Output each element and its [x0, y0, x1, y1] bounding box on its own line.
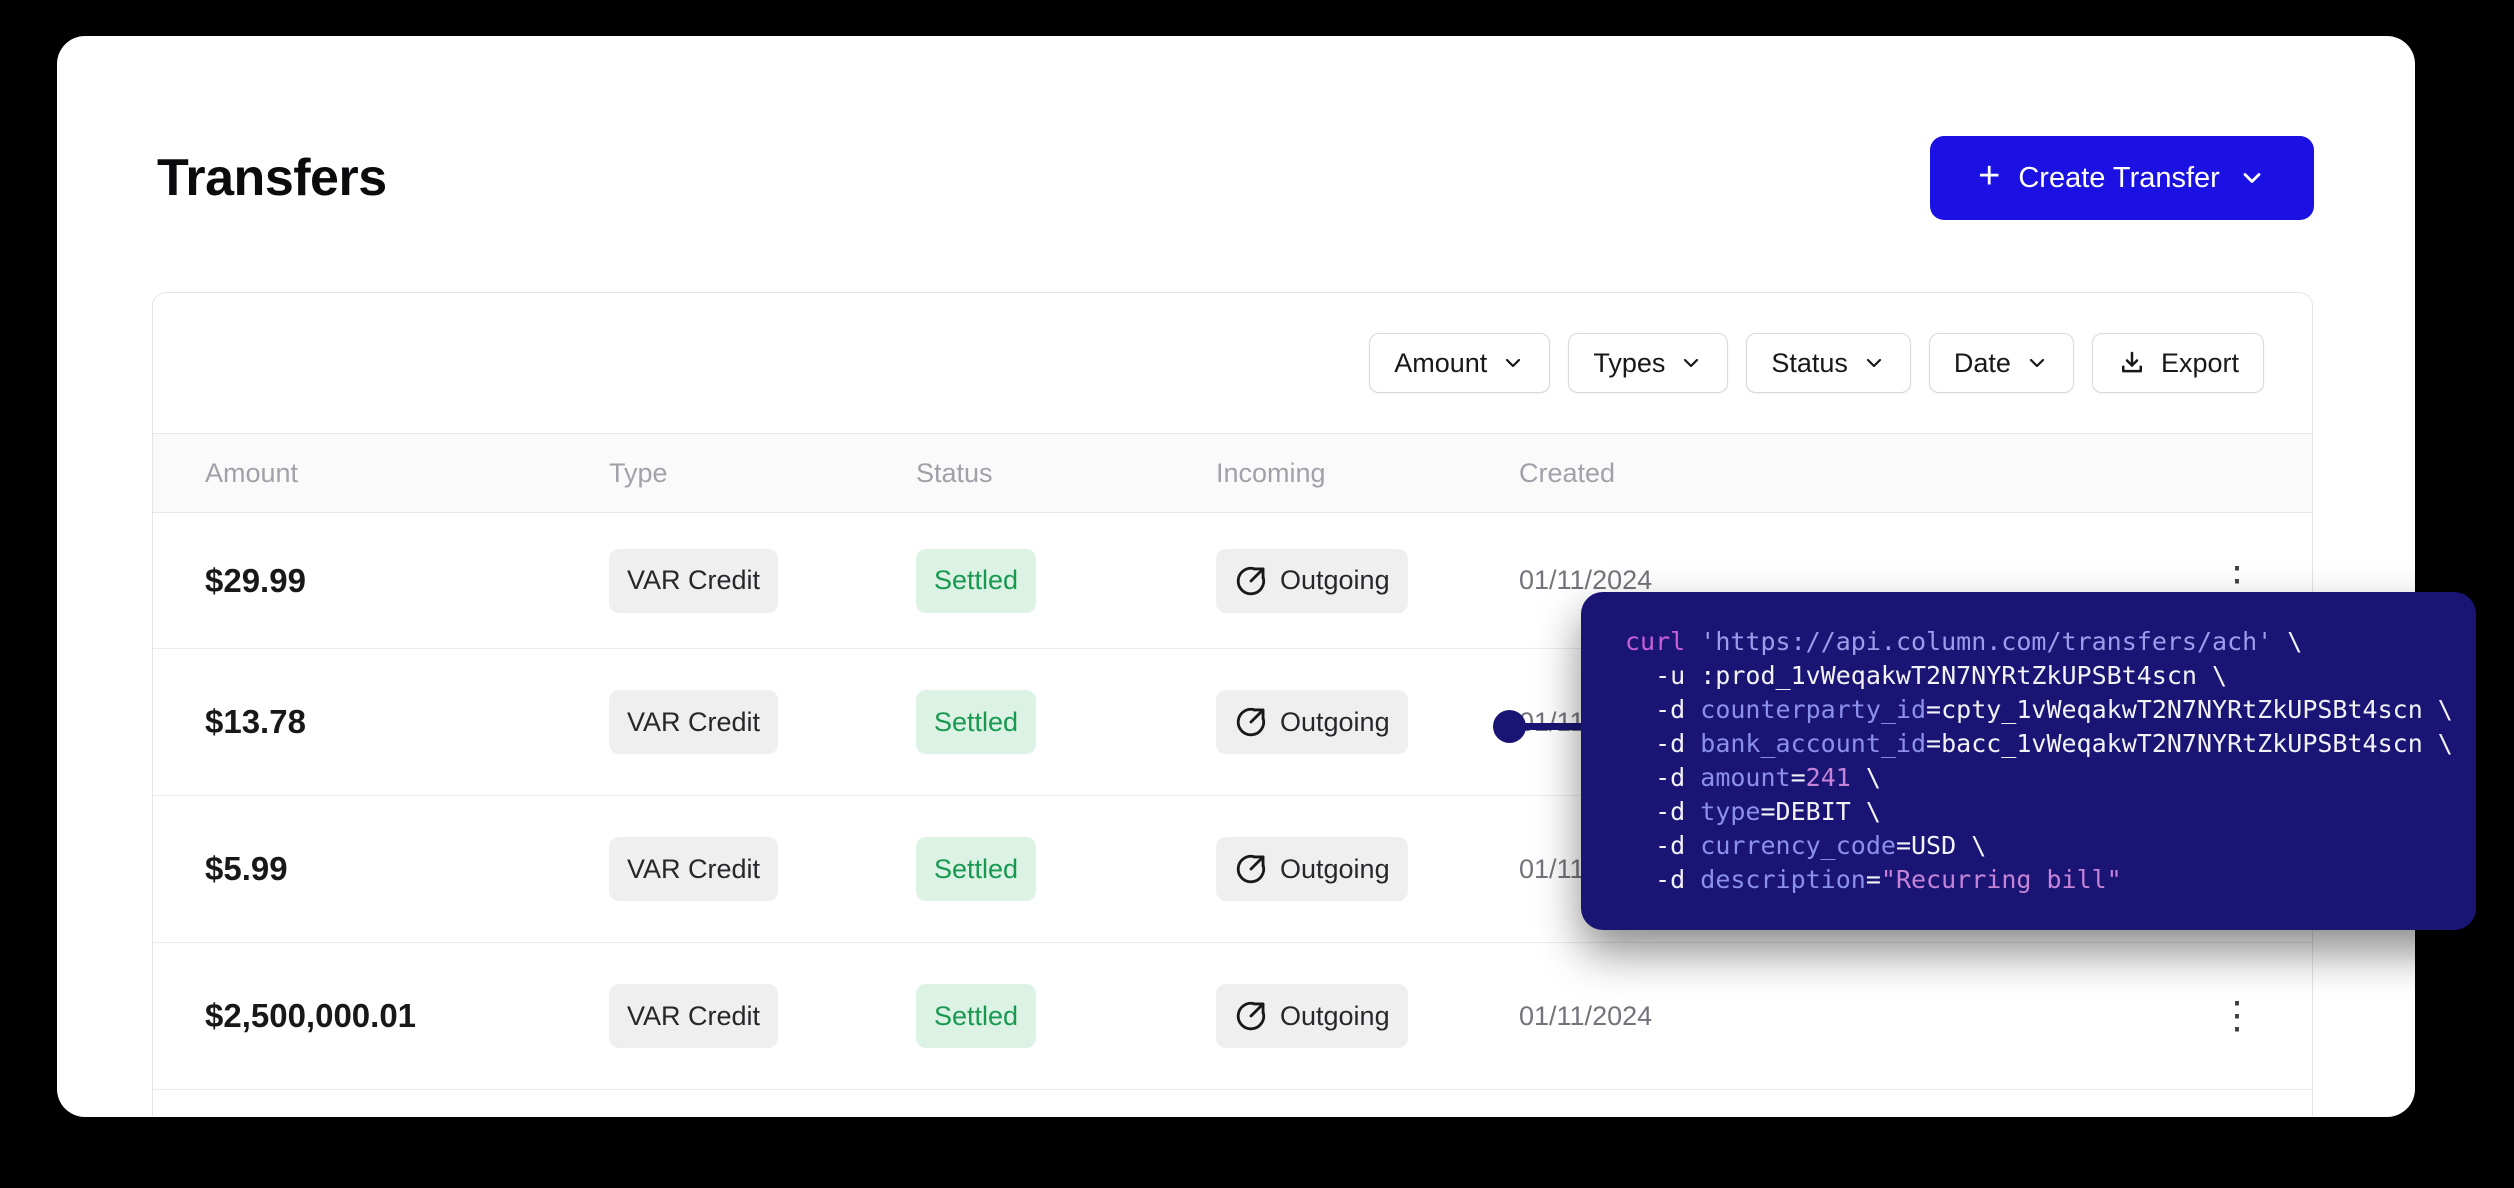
- direction-badge: Outgoing: [1216, 690, 1408, 754]
- direction-label: Outgoing: [1280, 707, 1390, 738]
- cell-created: 01/11/2024: [1519, 1001, 2162, 1032]
- cell-amount: $5.99: [153, 850, 609, 888]
- plus-icon: +: [1978, 157, 2000, 195]
- direction-label: Outgoing: [1280, 1001, 1390, 1032]
- chevron-down-icon: [2238, 164, 2266, 192]
- type-badge: VAR Credit: [609, 549, 778, 613]
- export-button[interactable]: Export: [2092, 333, 2264, 393]
- code-line: -d currency_code=USD \: [1625, 829, 2468, 863]
- arrow-out-circle-icon: [1234, 852, 1268, 886]
- row-menu-kebab-icon[interactable]: ⋮: [2207, 986, 2267, 1046]
- filter-date-dropdown[interactable]: Date: [1929, 333, 2074, 393]
- type-badge: VAR Credit: [609, 984, 778, 1048]
- direction-label: Outgoing: [1280, 854, 1390, 885]
- filter-group: Amount Types Status Date: [1369, 333, 2074, 393]
- app-window: Transfers + Create Transfer Amount Types S…: [57, 36, 2415, 1117]
- chevron-down-icon: [1501, 351, 1525, 375]
- direction-badge: Outgoing: [1216, 837, 1408, 901]
- create-transfer-button[interactable]: + Create Transfer: [1930, 136, 2314, 220]
- direction-badge: Outgoing: [1216, 984, 1408, 1048]
- filter-label: Types: [1593, 348, 1665, 379]
- curl-code-tooltip: curl 'https://api.column.com/transfers/a…: [1581, 592, 2476, 930]
- filter-status-dropdown[interactable]: Status: [1746, 333, 1911, 393]
- arrow-out-circle-icon: [1234, 705, 1268, 739]
- filter-types-dropdown[interactable]: Types: [1568, 333, 1728, 393]
- column-header-amount: Amount: [153, 458, 609, 489]
- direction-label: Outgoing: [1280, 565, 1390, 596]
- arrow-out-circle-icon: [1234, 564, 1268, 598]
- code-line: -d type=DEBIT \: [1625, 795, 2468, 829]
- code-line: -u :prod_1vWeqakwT2N7NYRtZkUPSBt4scn \: [1625, 659, 2468, 693]
- code-line: curl 'https://api.column.com/transfers/a…: [1625, 625, 2468, 659]
- curl-code-block: curl 'https://api.column.com/transfers/a…: [1625, 625, 2468, 897]
- code-line: -d amount=241 \: [1625, 761, 2468, 795]
- filter-bar: Amount Types Status Date Export: [153, 293, 2312, 433]
- status-badge: Settled: [916, 984, 1036, 1048]
- page-title: Transfers: [157, 148, 387, 208]
- status-badge: Settled: [916, 690, 1036, 754]
- status-badge: Settled: [916, 549, 1036, 613]
- code-line: -d bank_account_id=bacc_1vWeqakwT2N7NYRt…: [1625, 727, 2468, 761]
- column-header-created: Created: [1519, 458, 2162, 489]
- arrow-out-circle-icon: [1234, 999, 1268, 1033]
- chevron-down-icon: [1679, 351, 1703, 375]
- export-label: Export: [2161, 348, 2239, 379]
- column-header-status: Status: [916, 458, 1216, 489]
- chevron-down-icon: [1862, 351, 1886, 375]
- cell-amount: $29.99: [153, 562, 609, 600]
- type-badge: VAR Credit: [609, 837, 778, 901]
- column-header-incoming: Incoming: [1216, 458, 1519, 489]
- table-header-row: AmountTypeStatusIncomingCreated: [153, 433, 2312, 513]
- cell-amount: $2,500,000.01: [153, 997, 609, 1035]
- filter-label: Date: [1954, 348, 2011, 379]
- table-row[interactable]: $2,500,000.01VAR Credit Settled Outgoing 01…: [153, 943, 2312, 1090]
- tooltip-connector-dot: [1493, 710, 1526, 743]
- download-icon: [2117, 348, 2147, 378]
- chevron-down-icon: [2025, 351, 2049, 375]
- filter-label: Status: [1771, 348, 1848, 379]
- filter-amount-dropdown[interactable]: Amount: [1369, 333, 1550, 393]
- type-badge: VAR Credit: [609, 690, 778, 754]
- status-badge: Settled: [916, 837, 1036, 901]
- create-transfer-label: Create Transfer: [2018, 162, 2219, 195]
- code-line: -d description="Recurring bill": [1625, 863, 2468, 897]
- direction-badge: Outgoing: [1216, 549, 1408, 613]
- filter-label: Amount: [1394, 348, 1487, 379]
- column-header-type: Type: [609, 458, 916, 489]
- code-line: -d counterparty_id=cpty_1vWeqakwT2N7NYRt…: [1625, 693, 2468, 727]
- cell-amount: $13.78: [153, 703, 609, 741]
